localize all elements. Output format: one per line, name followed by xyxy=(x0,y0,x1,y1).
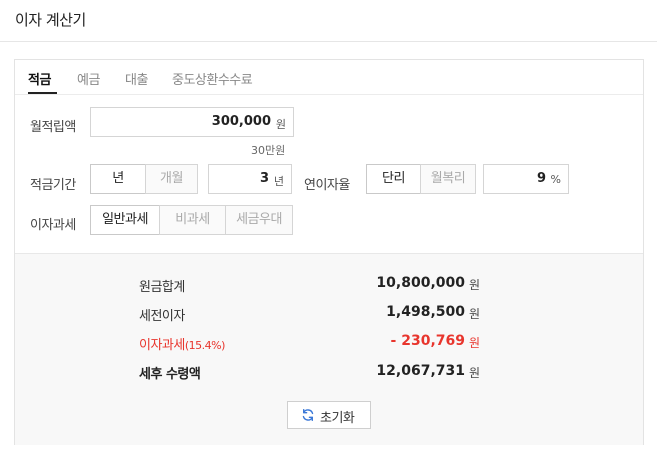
tab-savings[interactable]: 적금 xyxy=(28,69,51,88)
tax-exempt-button[interactable]: 비과세 xyxy=(159,205,226,235)
tax-amount-value: - 230,769 xyxy=(390,333,465,349)
monthly-deposit-unit: 원 xyxy=(275,118,286,131)
tax-rate-text: (15.4%) xyxy=(184,339,226,352)
pretax-interest-unit: 원 xyxy=(469,307,481,321)
tab-bar: 적금 예금 대출 중도상환수수료 xyxy=(15,60,643,95)
active-tab-indicator xyxy=(28,92,57,94)
monthly-deposit-value: 300,000 xyxy=(211,114,271,129)
pretax-interest-label: 세전이자 xyxy=(139,309,185,324)
tax-amount-unit: 원 xyxy=(469,336,481,350)
app-header: 이자 계산기 xyxy=(0,0,657,42)
refresh-icon xyxy=(302,408,314,422)
period-unit: 년 xyxy=(273,175,284,188)
tax-label: 이자과세 xyxy=(30,218,76,233)
reset-button-label: 초기화 xyxy=(320,411,355,426)
result-panel: 원금합계 10,800,000 원 세전이자 1,498,500 원 이자과세(… xyxy=(15,253,643,445)
principal-unit: 원 xyxy=(469,278,481,292)
period-value: 3 xyxy=(259,171,269,186)
tax-amount-label: 이자과세(15.4%) xyxy=(139,334,225,353)
tab-deposit[interactable]: 예금 xyxy=(77,69,100,88)
principal-value: 10,800,000 xyxy=(376,275,465,291)
reset-button[interactable]: 초기화 xyxy=(287,401,371,429)
after-tax-label: 세후 수령액 xyxy=(139,367,201,382)
rate-type-monthly-compound[interactable]: 월복리 xyxy=(420,164,476,194)
period-unit-month[interactable]: 개월 xyxy=(145,164,198,194)
period-input[interactable]: 3 년 xyxy=(208,164,292,194)
after-tax-unit: 원 xyxy=(469,366,481,380)
after-tax-value: 12,067,731 xyxy=(376,363,465,379)
tax-general-button[interactable]: 일반과세 xyxy=(90,205,160,235)
interest-rate-label: 연이자율 xyxy=(304,178,350,193)
tab-loan[interactable]: 대출 xyxy=(125,69,148,88)
tax-amount-label-text: 이자과세 xyxy=(139,338,185,353)
monthly-deposit-label: 월적립액 xyxy=(30,120,76,135)
principal-label: 원금합계 xyxy=(139,280,185,295)
interest-rate-unit: % xyxy=(550,173,561,186)
pretax-interest-value: 1,498,500 xyxy=(386,304,465,320)
tax-preferential-button[interactable]: 세금우대 xyxy=(225,205,293,235)
page-title: 이자 계산기 xyxy=(15,11,86,29)
interest-rate-value: 9 xyxy=(536,171,546,186)
period-label: 적금기간 xyxy=(30,178,76,193)
rate-type-simple[interactable]: 단리 xyxy=(366,164,421,194)
monthly-deposit-hint: 30만원 xyxy=(251,144,286,157)
calculator-panel: 적금 예금 대출 중도상환수수료 월적립액 300,000 원 30만원 적금기… xyxy=(14,59,644,445)
monthly-deposit-input[interactable]: 300,000 원 xyxy=(90,107,294,137)
interest-rate-input[interactable]: 9 % xyxy=(483,164,569,194)
period-unit-year[interactable]: 년 xyxy=(90,164,146,194)
tab-prepayment-fee[interactable]: 중도상환수수료 xyxy=(172,69,253,88)
